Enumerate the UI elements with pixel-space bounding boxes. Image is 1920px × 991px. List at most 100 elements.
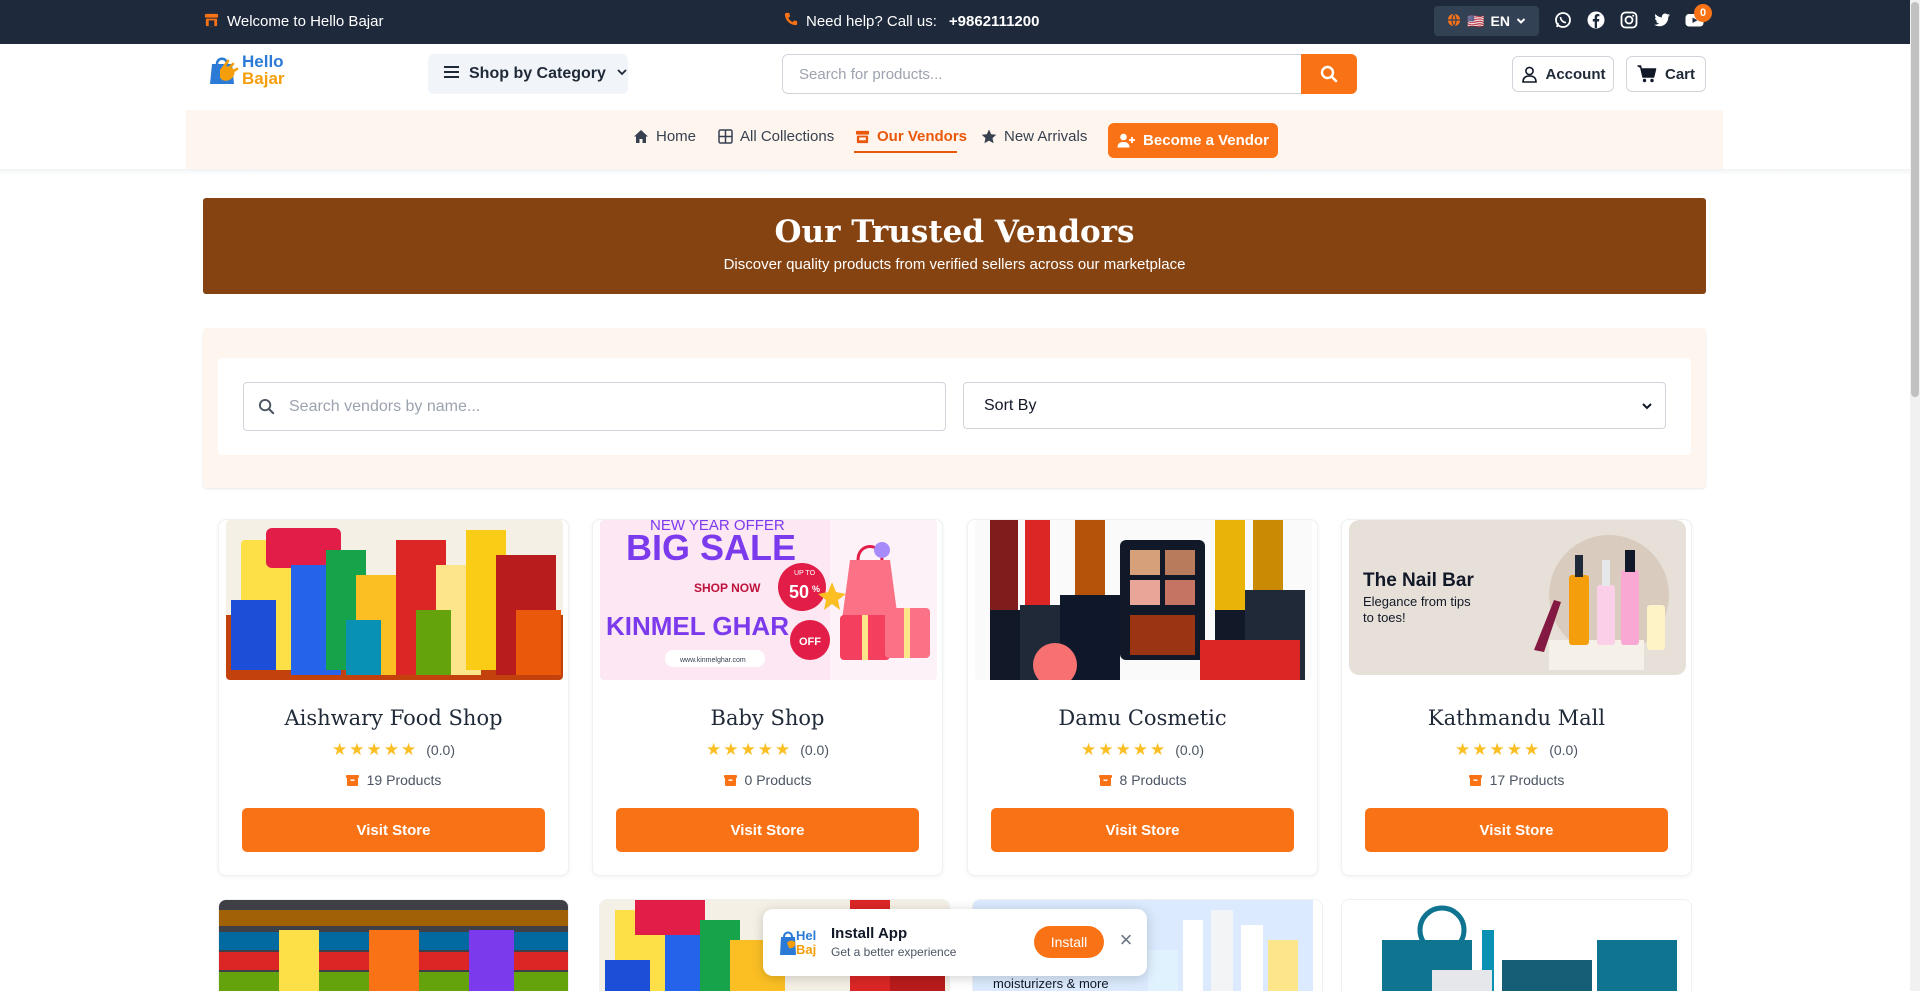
chevron-down-icon (616, 65, 628, 83)
star-icon (981, 129, 997, 144)
vendor-product-count: 0 Products (593, 772, 942, 788)
globe-icon (1447, 12, 1461, 30)
vendor-banner-image[interactable] (219, 900, 568, 991)
site-logo[interactable]: Hello Bajar (208, 52, 285, 88)
vendor-rating: ★★★★★ (0.0) (593, 740, 942, 760)
account-button[interactable]: Account (1512, 56, 1614, 92)
vendor-product-count: 19 Products (219, 772, 568, 788)
rating-value: (0.0) (426, 742, 455, 758)
chevron-down-icon (1642, 402, 1652, 409)
banner-brand-text: KINMEL GHAR (606, 611, 789, 641)
product-count-text: 0 Products (744, 772, 812, 788)
nav-new-arrivals[interactable]: New Arrivals (981, 128, 1087, 145)
vendor-search-input[interactable]: Search vendors by name... (243, 382, 946, 431)
vendor-name[interactable]: Damu Cosmetic (968, 706, 1317, 730)
nav-all-collections[interactable]: All Collections (718, 128, 834, 145)
banner-sub-2: to toes! (1363, 610, 1406, 625)
banner-sub-1: Elegance from tips (1363, 594, 1471, 609)
vendor-name[interactable]: Aishwary Food Shop (219, 706, 568, 730)
whatsapp-icon[interactable] (1553, 10, 1572, 29)
rating-stars-icon: ★★★★★ (1455, 740, 1542, 759)
help-line: Need help? Call us: +9862111200 (784, 12, 1039, 30)
user-icon (1521, 66, 1537, 83)
banner-text: moisturizers & more (993, 976, 1109, 991)
vendor-product-count: 17 Products (1342, 772, 1691, 788)
banner-off-text: OFF (799, 636, 821, 648)
help-text: Need help? Call us: (806, 12, 937, 30)
close-icon[interactable]: × (1115, 929, 1137, 951)
nav-new-arrivals-label: New Arrivals (1004, 128, 1088, 145)
account-label: Account (1545, 65, 1606, 83)
vendor-banner-image[interactable]: The Nail Bar Elegance from tips to toes! (1349, 520, 1686, 680)
product-search-input[interactable]: Search for products... (782, 54, 1302, 94)
become-vendor-label: Become a Vendor (1143, 132, 1269, 149)
visit-store-button[interactable]: Visit Store (1365, 808, 1668, 852)
main-header: Hello Bajar Shop by Category Search for … (0, 44, 1910, 110)
store-icon (855, 130, 870, 144)
rating-value: (0.0) (1175, 742, 1204, 758)
logo-bag-icon (210, 57, 239, 84)
main-nav: Home All Collections Our Vendors New Arr… (186, 110, 1723, 169)
become-vendor-button[interactable]: Become a Vendor (1108, 123, 1278, 158)
visit-store-button[interactable]: Visit Store (242, 808, 545, 852)
banner-percent: 50 (789, 582, 809, 602)
install-app-popup: Hel Baj Install App Get a better experie… (763, 909, 1147, 976)
facebook-icon[interactable] (1586, 10, 1605, 29)
logo-line-2: Bajar (242, 69, 285, 88)
nav-all-collections-label: All Collections (740, 128, 835, 145)
vendor-card (1341, 899, 1692, 991)
language-flag: 🇺🇸 (1467, 12, 1485, 29)
vendor-card (218, 899, 569, 991)
box-icon (345, 774, 359, 786)
phone-number[interactable]: +9862111200 (949, 13, 1040, 30)
rating-stars-icon: ★★★★★ (1081, 740, 1168, 759)
vendor-banner-image[interactable] (226, 520, 563, 680)
vendor-card: NEW YEAR OFFER BIG SALE SHOP NOW UP TO 5… (592, 519, 943, 876)
vendor-name[interactable]: Kathmandu Mall (1342, 706, 1691, 730)
instagram-icon[interactable] (1619, 10, 1638, 29)
banner-shop-now: SHOP NOW (694, 581, 761, 595)
svg-text:%: % (812, 584, 820, 594)
top-bar: Welcome to Hello Bajar Need help? Call u… (0, 0, 1910, 44)
vendor-name[interactable]: Baby Shop (593, 706, 942, 730)
vendor-rating: ★★★★★ (0.0) (219, 740, 568, 760)
nav-home[interactable]: Home (633, 128, 696, 145)
store-icon (204, 12, 219, 31)
app-logo-line-1: Hel (796, 928, 816, 943)
vendor-banner-image[interactable] (1342, 900, 1691, 991)
cart-button[interactable]: Cart (1626, 56, 1706, 92)
search-icon (258, 398, 275, 415)
sort-by-select[interactable]: Sort By (963, 382, 1666, 429)
install-button[interactable]: Install (1034, 926, 1104, 958)
app-logo-line-2: Baj (796, 942, 816, 957)
visit-store-button[interactable]: Visit Store (991, 808, 1294, 852)
product-count-text: 19 Products (366, 772, 442, 788)
vendors-hero-banner: Our Trusted Vendors Discover quality pro… (203, 198, 1706, 294)
language-selector[interactable]: 🇺🇸 EN (1434, 6, 1539, 36)
visit-store-button[interactable]: Visit Store (616, 808, 919, 852)
search-button[interactable] (1301, 54, 1357, 94)
twitter-icon[interactable] (1652, 10, 1671, 29)
vendor-card: The Nail Bar Elegance from tips to toes!… (1341, 519, 1692, 876)
banner-sale-text: BIG SALE (626, 527, 796, 568)
box-icon (723, 774, 737, 786)
product-count-text: 17 Products (1489, 772, 1565, 788)
active-nav-underline (854, 151, 957, 153)
product-count-text: 8 Products (1119, 772, 1187, 788)
rating-value: (0.0) (1549, 742, 1578, 758)
vendor-search-placeholder: Search vendors by name... (289, 397, 481, 415)
menu-icon (444, 65, 459, 84)
nav-our-vendors[interactable]: Our Vendors (855, 128, 967, 145)
page-title: Our Trusted Vendors (774, 214, 1135, 250)
vendor-banner-image[interactable] (975, 520, 1312, 680)
shop-by-category-button[interactable]: Shop by Category (428, 54, 628, 94)
logo-line-1: Hello (242, 52, 284, 71)
scrollbar-thumb[interactable] (1911, 2, 1919, 397)
banner-upto: UP TO (794, 570, 816, 577)
install-subtitle: Get a better experience (831, 945, 957, 959)
app-logo: Hel Baj (779, 923, 819, 961)
rating-stars-icon: ★★★★★ (332, 740, 419, 759)
logo-text: Hello Bajar (242, 53, 285, 87)
vendor-card: Aishwary Food Shop ★★★★★ (0.0) 19 Produc… (218, 519, 569, 876)
vendor-banner-image[interactable]: NEW YEAR OFFER BIG SALE SHOP NOW UP TO 5… (600, 520, 937, 680)
